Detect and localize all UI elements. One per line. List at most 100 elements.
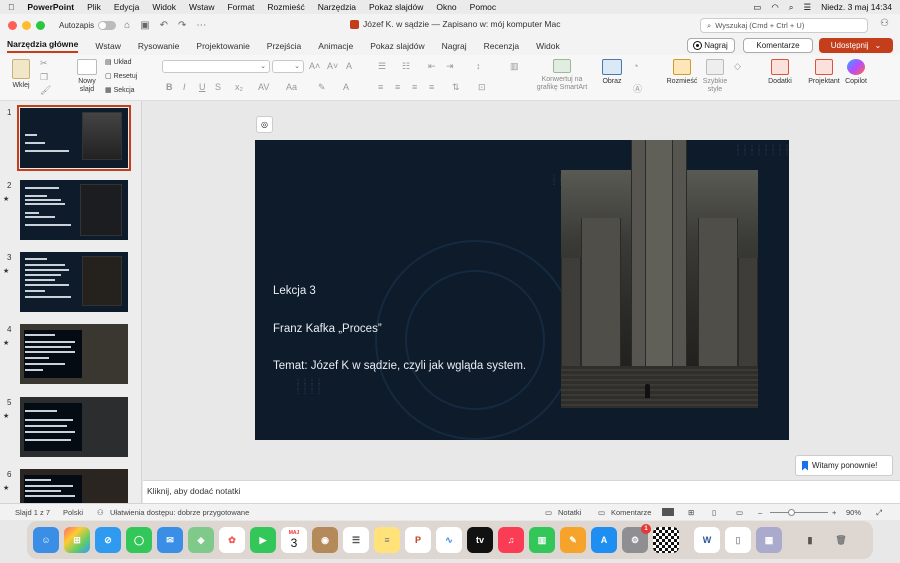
menu-help[interactable]: Pomoc (470, 2, 496, 12)
tab-view[interactable]: Widok (536, 41, 560, 51)
slide-thumbnail-2[interactable] (20, 180, 128, 240)
launchpad-icon[interactable]: ⊞ (64, 527, 90, 553)
accessibility-status[interactable]: Ułatwienia dostępu: dobrze przygotowane (110, 508, 249, 517)
menu-tools[interactable]: Narzędzia (318, 2, 356, 12)
copilot-button[interactable]: Copilot (842, 59, 870, 86)
menu-slideshow[interactable]: Pokaz slajdów (369, 2, 423, 12)
more-icon[interactable]: ⋯ (196, 20, 206, 31)
zoom-level[interactable]: 90% (846, 508, 861, 517)
system-settings-icon[interactable]: ⚙ 1 (622, 524, 651, 553)
notes-icon[interactable]: ▭ (545, 508, 552, 517)
bullets-icon[interactable]: ☰ (378, 61, 386, 72)
document-icon[interactable]: ▯ (725, 527, 751, 553)
chess-icon[interactable] (653, 527, 679, 553)
autosave-toggle[interactable] (98, 20, 117, 30)
tab-record[interactable]: Nagraj (442, 41, 467, 51)
home-icon[interactable]: ⌂ (124, 20, 130, 31)
normal-view-icon[interactable] (662, 508, 674, 516)
change-case-icon[interactable]: Aa (286, 82, 297, 92)
slide-copilot-button[interactable]: ◎ (256, 116, 273, 133)
increase-indent-icon[interactable]: ⇥ (446, 61, 454, 72)
reading-view-icon[interactable]: ▯ (712, 508, 716, 517)
wifi-icon[interactable]: ◠ (771, 2, 778, 13)
grow-font-icon[interactable]: A˄ (309, 61, 320, 71)
spotlight-icon[interactable]: ⌕ (789, 2, 794, 13)
slide-thumbnail-1[interactable] (17, 105, 131, 171)
menu-insert[interactable]: Wstaw (189, 2, 215, 12)
word-icon[interactable]: W (694, 527, 720, 553)
menu-arrange[interactable]: Rozmieść (267, 2, 304, 12)
shapes-icon[interactable]: ◔ (633, 61, 638, 71)
zoom-slider-handle[interactable] (788, 509, 795, 516)
slideshow-view-icon[interactable]: ▭ (736, 508, 743, 517)
freeform-icon[interactable]: ∿ (436, 527, 462, 553)
comments-button[interactable]: Komentarze (743, 38, 813, 53)
downloads-icon[interactable]: ▮ (797, 527, 823, 553)
notes-input[interactable]: Kliknij, aby dodać notatki (143, 480, 900, 503)
preview-icon[interactable]: ▦ (756, 527, 782, 553)
font-color-icon[interactable]: A (343, 82, 349, 92)
font-family-select[interactable]: ⌄ (162, 60, 270, 73)
align-center-icon[interactable]: ≡ (395, 82, 400, 92)
tab-home[interactable]: Narzędzia główne (7, 39, 79, 53)
clear-format-icon[interactable]: A (346, 61, 352, 71)
trash-icon[interactable]: 🗑 (828, 527, 854, 553)
reset-button[interactable]: ▢ Resetuj (105, 73, 137, 81)
decrease-indent-icon[interactable]: ⇤ (428, 61, 436, 72)
welcome-back-toast[interactable]: Witamy ponownie! (795, 455, 893, 476)
tab-transitions[interactable]: Przejścia (267, 41, 301, 51)
italic-icon[interactable]: I (183, 82, 186, 92)
tab-draw[interactable]: Rysowanie (138, 41, 180, 51)
numbers-icon[interactable]: ▥ (529, 527, 555, 553)
justify-icon[interactable]: ≡ (429, 82, 434, 92)
finder-icon[interactable]: ☺ (33, 527, 59, 553)
addins-button[interactable]: Dodatki (766, 59, 794, 86)
share-button[interactable]: Udostępnij ⌄ (819, 38, 893, 53)
slide-text-title[interactable]: Franz Kafka „Proces” (273, 323, 382, 335)
app-store-icon[interactable]: A (591, 527, 617, 553)
language-indicator[interactable]: Polski (63, 508, 83, 517)
notes-app-icon[interactable]: ≡ (374, 527, 400, 553)
slide-thumbnail-4[interactable] (20, 324, 128, 384)
apple-tv-icon[interactable]: tv (467, 527, 493, 553)
paste-button[interactable]: Wklej (8, 59, 34, 90)
pages-icon[interactable]: ✎ (560, 527, 586, 553)
slide-text-lesson[interactable]: Lekcja 3 (273, 285, 316, 297)
highlight-icon[interactable]: ✎ (318, 82, 326, 93)
menu-app-name[interactable]: PowerPoint (27, 2, 74, 12)
bold-icon[interactable]: B (166, 82, 173, 92)
font-size-select[interactable]: ⌄ (272, 60, 304, 73)
slide-text-topic[interactable]: Temat: Józef K w sądzie, czyli jak wgląd… (273, 360, 526, 372)
zoom-in-icon[interactable]: + (832, 508, 836, 517)
calendar-icon[interactable]: MAJ 3 (281, 527, 307, 553)
columns-icon[interactable]: ▥ (510, 61, 519, 72)
copy-icon[interactable]: ❐ (40, 72, 48, 83)
slide-thumbnails-panel[interactable]: 1 2 ★ 3 ★ 4 ★ 5 ★ 6 ★ (0, 101, 142, 503)
battery-icon[interactable]: ▭ (753, 2, 761, 13)
close-window-button[interactable] (8, 20, 17, 30)
notes-toggle[interactable]: Notatki (558, 508, 581, 517)
tab-slideshow[interactable]: Pokaz slajdów (370, 41, 424, 51)
slide-thumbnail-5[interactable] (20, 397, 128, 457)
character-spacing-icon[interactable]: AV (258, 82, 269, 92)
comments-toggle[interactable]: Komentarze (611, 508, 651, 517)
line-spacing-icon[interactable]: ↕ (476, 61, 481, 71)
current-slide[interactable]: ⋮⋮⋮⋮⋮⋮⋮⋮ ⋮⋮⋮⋮⋮⋮⋮⋮⋮⋮⋮⋮⋮⋮⋮⋮⋮⋮ ⋮⋮⋮⋮⋮⋮⋮⋮⋮⋮⋮⋮… (255, 140, 789, 440)
music-icon[interactable]: ♫ (498, 527, 524, 553)
photos-icon[interactable]: ✿ (219, 527, 245, 553)
search-input[interactable]: ⌕ Wyszukaj (Cmd + Ctrl + U) (700, 18, 868, 33)
format-painter-icon[interactable]: 🖌 (40, 85, 51, 96)
quick-styles-button[interactable]: Szybkie style (700, 59, 730, 94)
control-center-icon[interactable]: ☰ (804, 2, 812, 13)
underline-icon[interactable]: U (199, 82, 206, 92)
align-text-icon[interactable]: ⊡ (478, 82, 486, 93)
align-right-icon[interactable]: ≡ (412, 82, 417, 92)
mail-icon[interactable]: ✉ (157, 527, 183, 553)
menu-format[interactable]: Format (227, 2, 254, 12)
slide-thumbnail-3[interactable] (20, 252, 128, 312)
tab-review[interactable]: Recenzja (484, 41, 519, 51)
redo-icon[interactable]: ↷ (178, 20, 186, 31)
picture-button[interactable]: Obraz (598, 59, 626, 86)
numbering-icon[interactable]: ☷ (402, 61, 410, 72)
menu-edit[interactable]: Edycja (114, 2, 140, 12)
